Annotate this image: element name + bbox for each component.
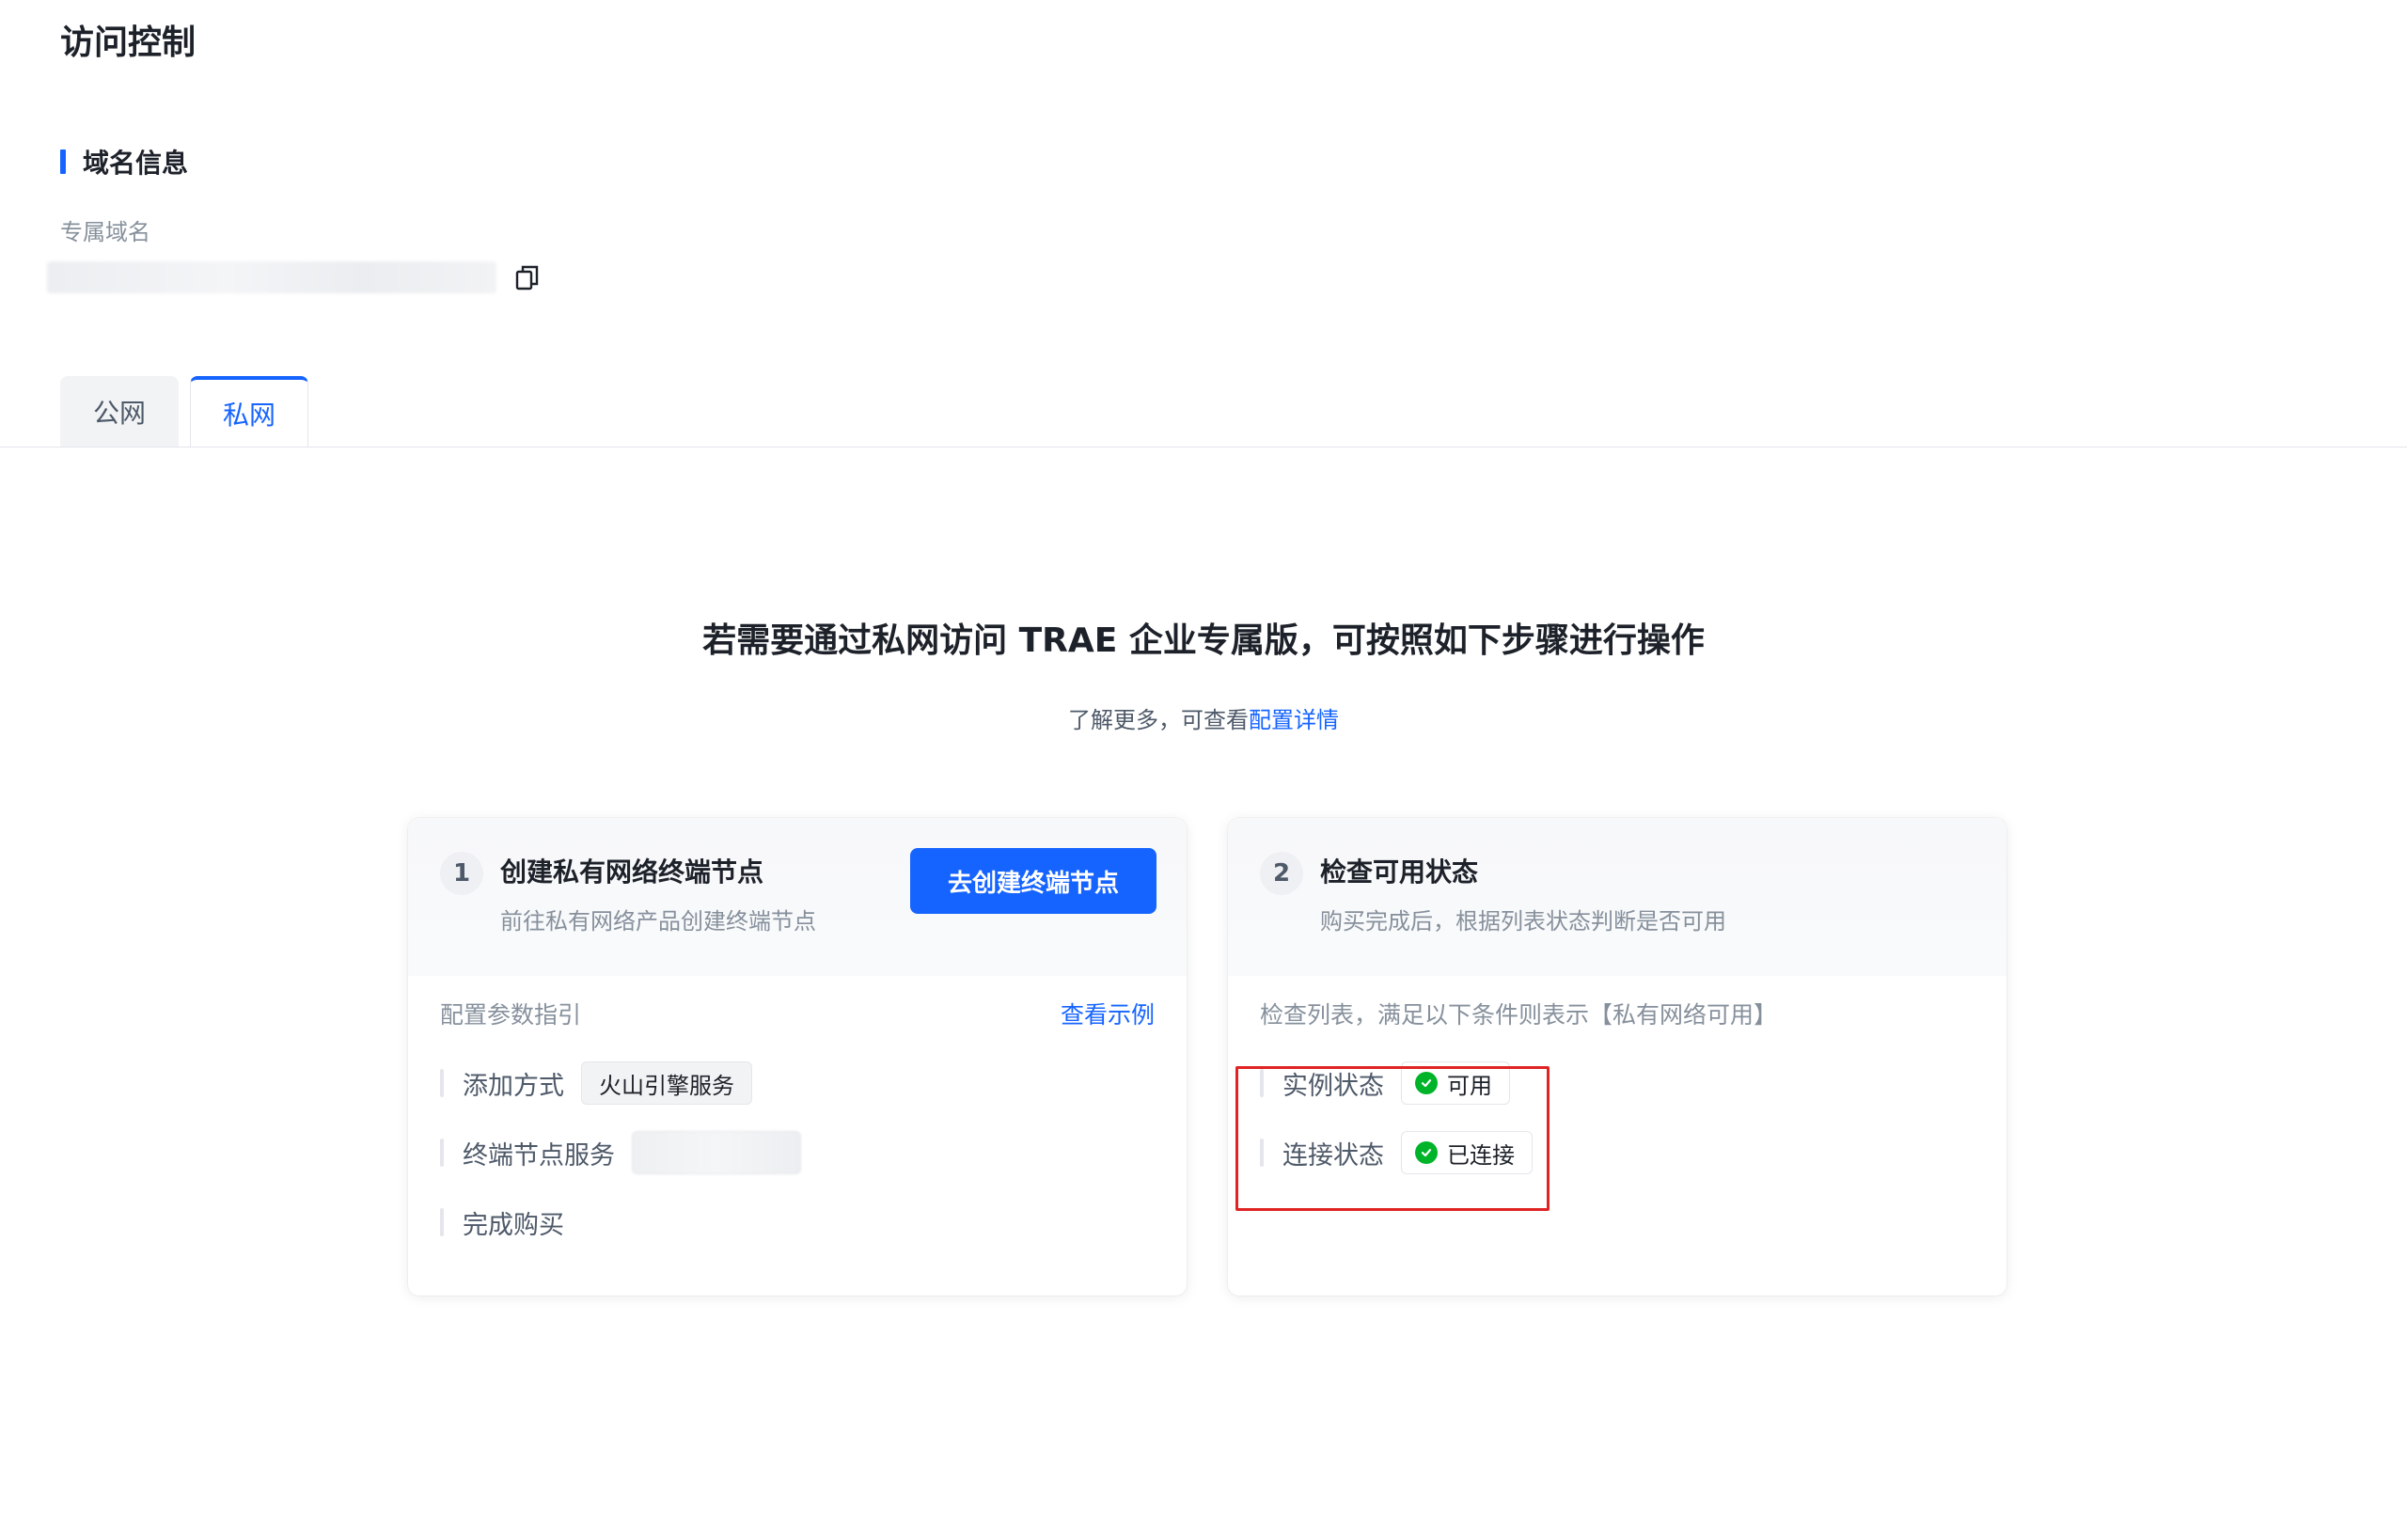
hero-subtitle: 了解更多，可查看配置详情	[0, 703, 2407, 737]
param-label: 添加方式	[463, 1071, 564, 1101]
copy-icon[interactable]	[513, 263, 542, 291]
domain-value	[47, 261, 496, 293]
step-card-create-endpoint: 1 创建私有网络终端节点 前往私有网络产品创建终端节点 去创建终端节点 配置参数…	[408, 818, 1187, 1296]
card-body: 检查列表，满足以下条件则表示【私有网络可用】 实例状态 可用 连接状态 已连接	[1228, 976, 2006, 1296]
domain-row	[47, 261, 542, 293]
step-card-check-status: 2 检查可用状态 购买完成后，根据列表状态判断是否可用 检查列表，满足以下条件则…	[1228, 818, 2006, 1296]
check-list-label: 检查列表，满足以下条件则表示【私有网络可用】	[1260, 1001, 1778, 1029]
section-accent-bar	[60, 149, 66, 174]
highlight-annotation-box	[1235, 1066, 1550, 1211]
param-bar	[440, 1208, 444, 1236]
param-value-tag: 火山引擎服务	[581, 1061, 752, 1105]
hero-subtitle-text: 了解更多，可查看	[1068, 707, 1249, 733]
param-label: 终端节点服务	[463, 1140, 615, 1171]
page-title: 访问控制	[60, 24, 197, 62]
config-guide-label: 配置参数指引	[440, 1001, 582, 1029]
param-bar	[440, 1069, 444, 1097]
config-details-link[interactable]: 配置详情	[1249, 707, 1339, 733]
step-title: 检查可用状态	[1320, 856, 1479, 888]
param-bar	[440, 1139, 444, 1167]
create-endpoint-button[interactable]: 去创建终端节点	[910, 848, 1156, 914]
tab-private[interactable]: 私网	[190, 376, 308, 448]
step-title: 创建私有网络终端节点	[500, 856, 764, 888]
card-body: 配置参数指引 查看示例 添加方式 火山引擎服务 终端节点服务 完成购买	[408, 976, 1187, 1296]
step-description: 前往私有网络产品创建终端节点	[500, 908, 816, 935]
param-value-tag-redacted	[632, 1131, 801, 1174]
hero-title: 若需要通过私网访问 TRAE 企业专属版，可按照如下步骤进行操作	[702, 621, 1705, 660]
step-number: 2	[1260, 852, 1303, 895]
network-tabs: 公网 私网	[60, 376, 320, 448]
param-row-complete-purchase: 完成购买	[440, 1200, 564, 1245]
domain-field-label: 专属域名	[60, 219, 150, 245]
tabs-divider	[0, 447, 2407, 448]
step-description: 购买完成后，根据列表状态判断是否可用	[1320, 908, 1726, 935]
param-label: 完成购买	[463, 1210, 564, 1240]
param-row-add-method: 添加方式 火山引擎服务	[440, 1061, 752, 1106]
section-title: 域名信息	[83, 148, 189, 179]
step-number: 1	[440, 852, 483, 895]
section-header-domain: 域名信息	[60, 145, 188, 179]
tab-public[interactable]: 公网	[60, 376, 179, 448]
card-header: 2 检查可用状态 购买完成后，根据列表状态判断是否可用	[1228, 818, 2006, 976]
card-header: 1 创建私有网络终端节点 前往私有网络产品创建终端节点 去创建终端节点	[408, 818, 1187, 976]
view-example-link[interactable]: 查看示例	[1061, 998, 1155, 1032]
param-row-endpoint-service: 终端节点服务	[440, 1130, 801, 1175]
page: 访问控制 域名信息 专属域名 公网 私网 若需要通过私网访问 TRAE 企业专属…	[0, 0, 2407, 1540]
